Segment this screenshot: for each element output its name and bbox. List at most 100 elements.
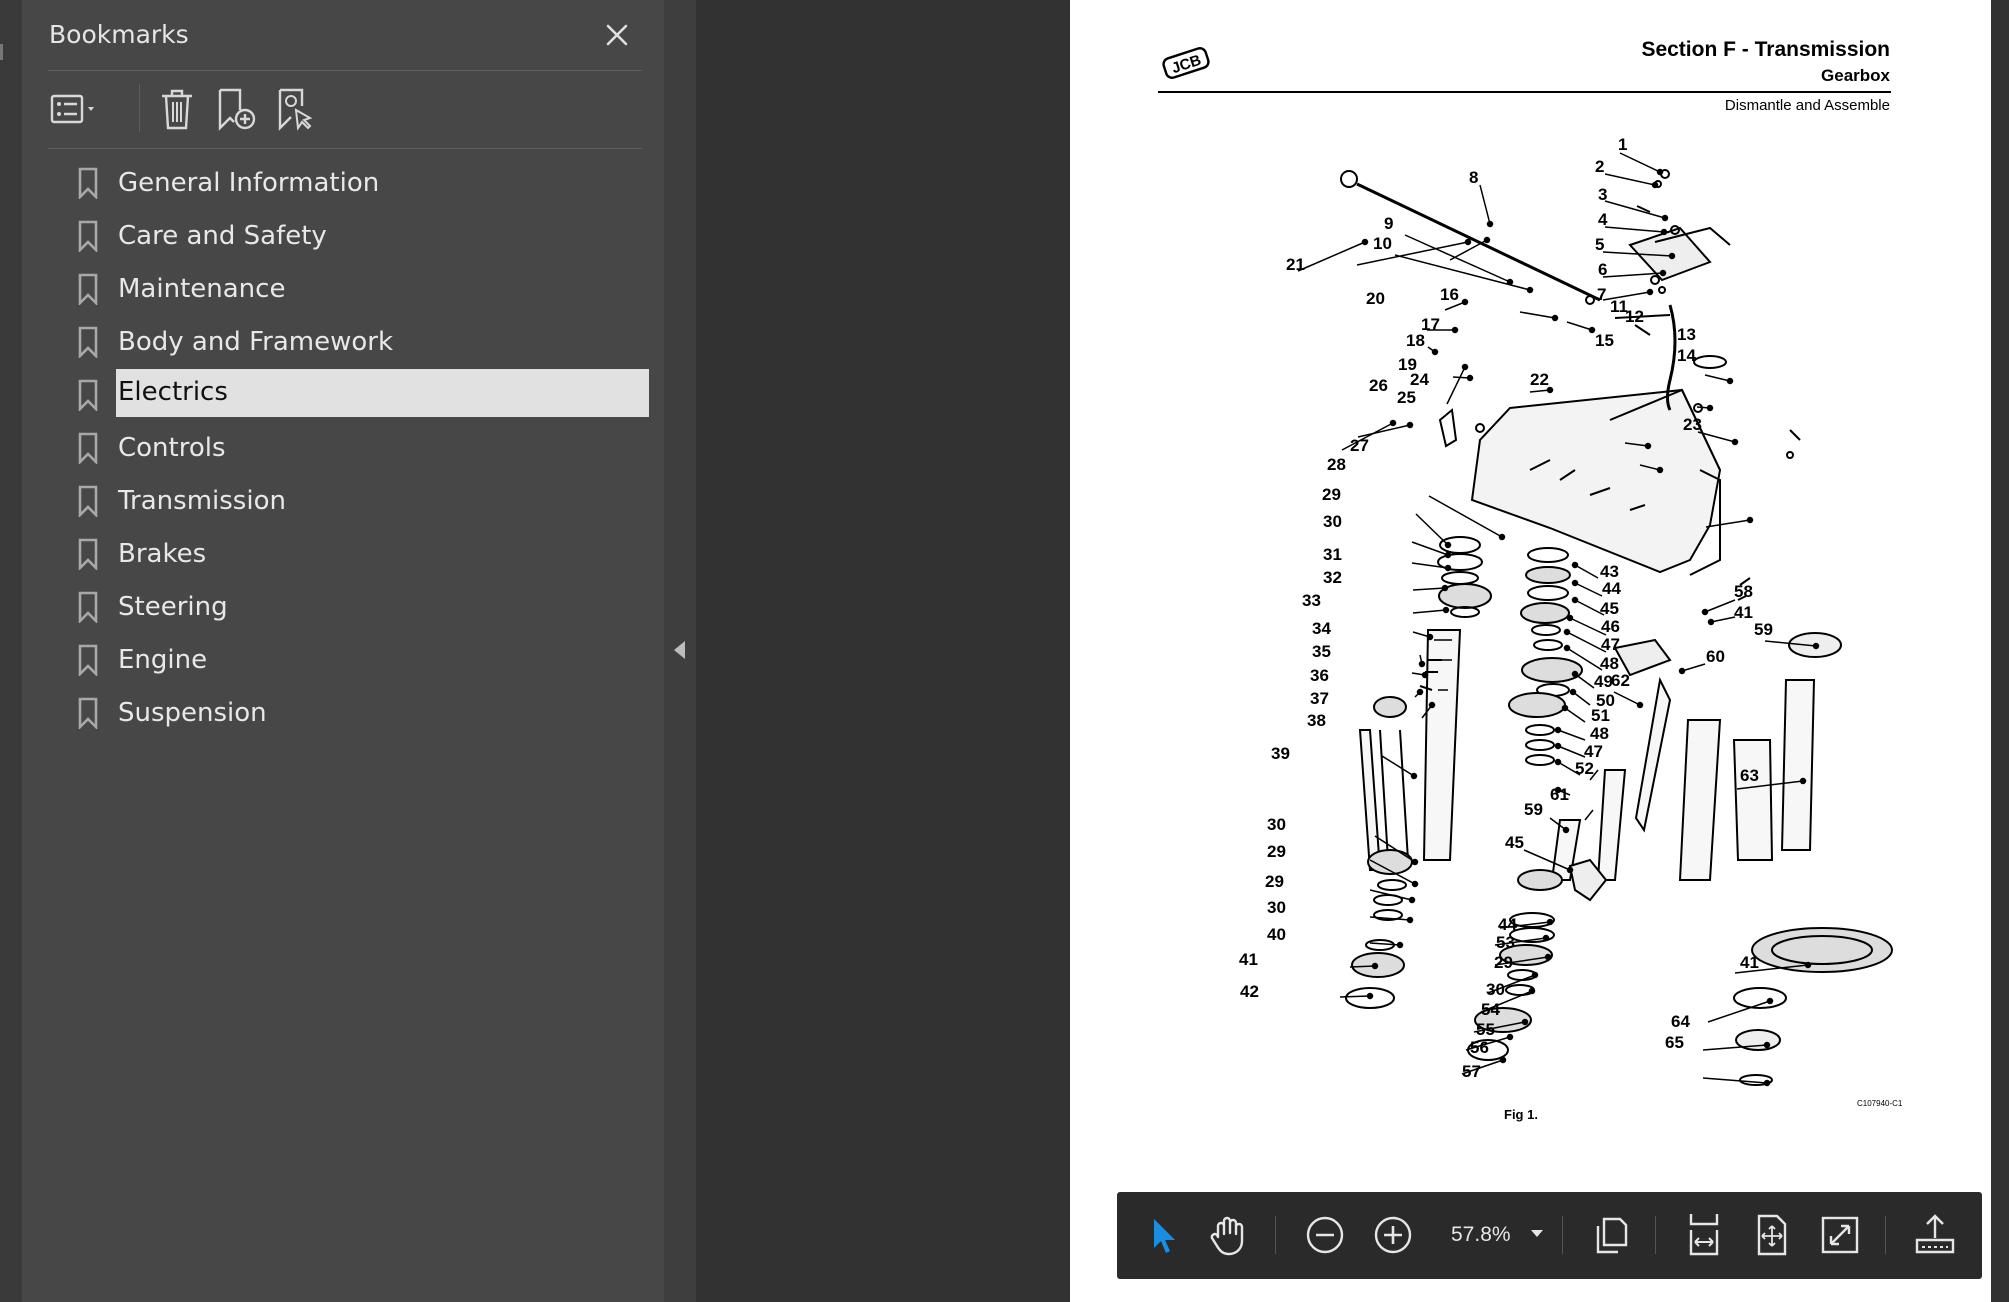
callout-number: 29 (1322, 485, 1341, 504)
callout-number: 59 (1754, 620, 1773, 639)
toolbar-separator (1562, 1216, 1563, 1254)
callout-number: 24 (1410, 370, 1429, 389)
bookmark-label: Controls (118, 433, 226, 463)
bookmark-label: Maintenance (118, 274, 286, 304)
callout-number: 51 (1591, 706, 1610, 725)
rail-marker (0, 44, 3, 60)
divider (48, 148, 642, 149)
callout-number: 10 (1373, 234, 1392, 253)
fit-width-icon[interactable] (1679, 1210, 1729, 1260)
callout-number: 29 (1265, 872, 1284, 891)
callout-number: 30 (1323, 512, 1342, 531)
callout-number: 36 (1310, 666, 1329, 685)
callout-number: 35 (1312, 642, 1331, 661)
fullscreen-icon[interactable] (1815, 1210, 1865, 1260)
bookmark-item[interactable]: Suspension (22, 689, 664, 742)
floating-toolbar: 57.8% (1117, 1192, 1982, 1279)
callout-number: 29 (1494, 953, 1513, 972)
callout-number: 26 (1369, 376, 1388, 395)
callout-number: 1 (1618, 135, 1627, 154)
left-rail (0, 0, 23, 1302)
callout-number: 30 (1267, 815, 1286, 834)
bookmark-item[interactable]: Controls (22, 424, 664, 477)
bookmark-item[interactable]: Body and Framework (22, 318, 664, 371)
callout-number: 13 (1677, 325, 1696, 344)
callout-number: 53 (1496, 933, 1515, 952)
bookmark-item[interactable]: Steering (22, 583, 664, 636)
callout-number: 21 (1286, 255, 1305, 274)
callout-number: 61 (1550, 785, 1569, 804)
page-view-icon[interactable] (1587, 1210, 1637, 1260)
callout-number: 33 (1302, 591, 1321, 610)
callout-number: 14 (1677, 346, 1696, 365)
delete-icon[interactable] (156, 86, 198, 132)
bookmark-select-icon[interactable] (274, 86, 320, 132)
panel-title: Bookmarks (49, 20, 189, 49)
bookmark-label: Engine (118, 645, 208, 675)
callout-number: 39 (1271, 744, 1290, 763)
callout-number: 64 (1671, 1012, 1690, 1031)
divider (48, 70, 642, 71)
callout-number: 30 (1267, 898, 1286, 917)
callout-number: 56 (1470, 1038, 1489, 1057)
bookmark-label: Electrics (116, 369, 649, 417)
callout-number: 28 (1327, 455, 1346, 474)
bookmark-item[interactable]: Engine (22, 636, 664, 689)
bookmark-item[interactable]: Brakes (22, 530, 664, 583)
bookmark-label: Suspension (118, 698, 267, 728)
callout-number: 41 (1734, 603, 1753, 622)
callout-number: 41 (1740, 953, 1759, 972)
callout-number: 45 (1505, 833, 1524, 852)
close-icon[interactable] (600, 18, 634, 52)
callout-number: 44 (1498, 915, 1517, 934)
callout-number: 40 (1267, 925, 1286, 944)
callout-number: 16 (1440, 285, 1459, 304)
share-icon[interactable] (1910, 1210, 1960, 1260)
bookmark-item[interactable]: Care and Safety (22, 212, 664, 265)
bookmark-label: Brakes (118, 539, 207, 569)
callout-number: 46 (1601, 617, 1620, 636)
callout-number: 37 (1310, 689, 1329, 708)
bookmark-icon (77, 591, 99, 625)
callout-number: 7 (1597, 285, 1606, 304)
select-icon[interactable] (1139, 1210, 1189, 1260)
callout-number: 48 (1590, 724, 1609, 743)
panel-splitter[interactable] (664, 0, 696, 1302)
zoom-level[interactable]: 57.8% (1451, 1212, 1511, 1258)
callout-number: 5 (1595, 235, 1604, 254)
fit-page-icon[interactable] (1747, 1210, 1797, 1260)
callout-number: 2 (1595, 157, 1604, 176)
callout-number: 32 (1323, 568, 1342, 587)
add-bookmark-icon[interactable] (214, 86, 260, 132)
toolbar-separator (1885, 1216, 1886, 1254)
callout-number: 44 (1602, 579, 1621, 598)
bookmark-item[interactable]: Electrics (22, 369, 664, 424)
callout-number: 30 (1486, 980, 1505, 999)
zoom-out-icon[interactable] (1300, 1210, 1350, 1260)
callout-number: 12 (1625, 307, 1644, 326)
callout-number: 47 (1601, 635, 1620, 654)
collapse-panel-icon[interactable] (674, 641, 685, 659)
bookmark-icon (77, 644, 99, 678)
callout-number: 62 (1611, 671, 1630, 690)
hand-icon[interactable] (1204, 1210, 1254, 1260)
bookmarks-panel: Bookmarks General Information Care and Sa… (22, 0, 664, 1302)
bookmark-icon (77, 538, 99, 572)
callout-number: 18 (1406, 331, 1425, 350)
bookmark-icon (77, 432, 99, 466)
zoom-in-icon[interactable] (1368, 1210, 1418, 1260)
callout-number: 15 (1595, 331, 1614, 350)
zoom-dropdown-icon[interactable] (1531, 1230, 1543, 1237)
callout-number: 60 (1706, 647, 1725, 666)
callout-number: 27 (1350, 436, 1369, 455)
bookmark-item[interactable]: General Information (22, 159, 664, 212)
bookmark-icon (77, 697, 99, 731)
bookmark-icon (77, 273, 99, 307)
options-icon[interactable] (48, 86, 108, 132)
bookmark-item[interactable]: Maintenance (22, 265, 664, 318)
callout-number: 58 (1734, 582, 1753, 601)
bookmark-item[interactable]: Transmission (22, 477, 664, 530)
callout-number: 54 (1481, 1000, 1500, 1019)
callout-number: 23 (1683, 415, 1702, 434)
callout-number: 63 (1740, 766, 1759, 785)
